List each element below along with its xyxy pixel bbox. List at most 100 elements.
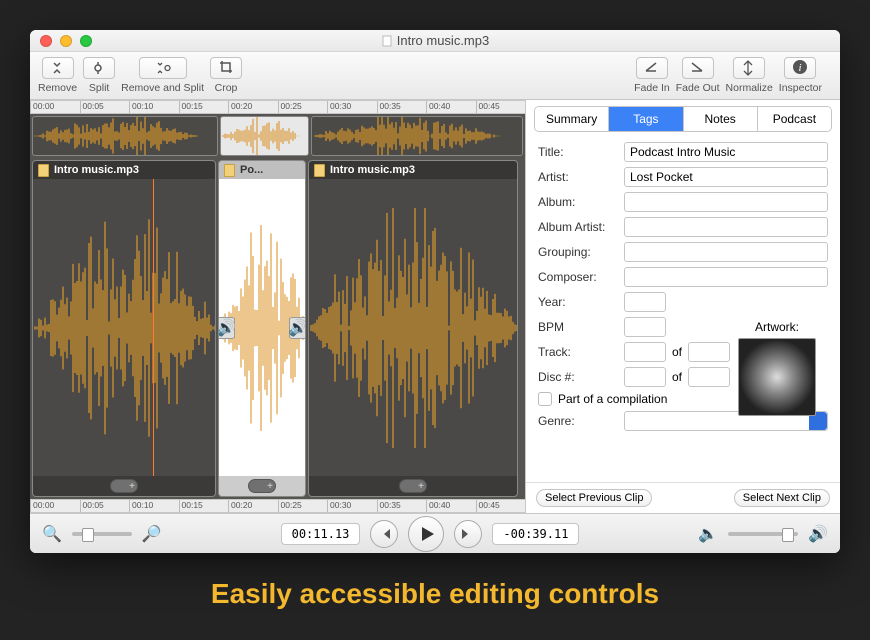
label-artist: Artist: bbox=[538, 170, 624, 184]
svg-text:i: i bbox=[799, 62, 802, 74]
clip-handle-right[interactable]: 🔊 bbox=[289, 317, 306, 339]
file-icon bbox=[381, 35, 393, 47]
window-controls bbox=[40, 35, 92, 47]
overview-strip[interactable] bbox=[30, 114, 525, 158]
artwork-image[interactable] bbox=[738, 338, 816, 416]
play-button[interactable] bbox=[408, 516, 444, 552]
zoom-slider[interactable] bbox=[72, 532, 132, 536]
waveform-pane: 00:0000:0500:1000:1500:2000:2500:3000:35… bbox=[30, 100, 525, 513]
normalize-icon bbox=[733, 57, 765, 79]
clip-header[interactable]: Po... bbox=[219, 161, 305, 179]
bpm-field[interactable] bbox=[624, 317, 666, 337]
clip-footer bbox=[309, 476, 517, 496]
audio-clip[interactable]: Po... 🔊 🔊 bbox=[218, 160, 306, 497]
clip-nav: Select Previous Clip Select Next Clip bbox=[526, 482, 840, 513]
fadeout-icon bbox=[682, 57, 714, 79]
playhead[interactable] bbox=[153, 179, 154, 476]
label-track: Track: bbox=[538, 345, 624, 359]
track-lane: Intro music.mp3Po... 🔊 🔊 Intro music.mp3 bbox=[30, 158, 525, 499]
disc-number-field[interactable] bbox=[624, 367, 666, 387]
compilation-checkbox[interactable] bbox=[538, 392, 552, 406]
clip-footer bbox=[219, 476, 305, 496]
remove-button[interactable]: Remove bbox=[38, 57, 77, 94]
clip-handle-left[interactable]: 🔊 bbox=[218, 317, 235, 339]
crop-icon bbox=[210, 57, 242, 79]
clip-header[interactable]: Intro music.mp3 bbox=[33, 161, 215, 179]
year-field[interactable] bbox=[624, 292, 666, 312]
zoom-out-icon[interactable]: 🔍 bbox=[42, 524, 62, 544]
normalize-button[interactable]: Normalize bbox=[726, 57, 773, 94]
overview-segment[interactable] bbox=[32, 116, 218, 156]
select-prev-clip-button[interactable]: Select Previous Clip bbox=[536, 489, 652, 507]
inspector-button[interactable]: iInspector bbox=[779, 57, 822, 94]
clip-header[interactable]: Intro music.mp3 bbox=[309, 161, 517, 179]
label-album: Album: bbox=[538, 195, 624, 209]
inspector-tabs: SummaryTagsNotesPodcast bbox=[534, 106, 832, 132]
label-compilation: Part of a compilation bbox=[558, 392, 667, 406]
tab-notes[interactable]: Notes bbox=[684, 107, 758, 131]
time-ruler-top: 00:0000:0500:1000:1500:2000:2500:3000:35… bbox=[30, 100, 525, 114]
split-icon bbox=[83, 57, 115, 79]
window-title: Intro music.mp3 bbox=[30, 33, 840, 48]
fadeout-button[interactable]: Fade Out bbox=[676, 57, 720, 94]
album-artist-field[interactable] bbox=[624, 217, 828, 237]
close-icon[interactable] bbox=[40, 35, 52, 47]
toolbar: RemoveSplitRemove and SplitCrop Fade InF… bbox=[30, 52, 840, 100]
composer-field[interactable] bbox=[624, 267, 828, 287]
file-icon bbox=[314, 164, 325, 177]
volume-high-icon: 🔊 bbox=[808, 524, 828, 544]
crop-button[interactable]: Crop bbox=[210, 57, 242, 94]
label-disc: Disc #: bbox=[538, 370, 624, 384]
remaining-time: -00:39.11 bbox=[492, 523, 579, 545]
minimize-icon[interactable] bbox=[60, 35, 72, 47]
file-icon bbox=[224, 164, 235, 177]
label-genre: Genre: bbox=[538, 414, 624, 428]
select-next-clip-button[interactable]: Select Next Clip bbox=[734, 489, 830, 507]
artist-field[interactable] bbox=[624, 167, 828, 187]
grouping-field[interactable] bbox=[624, 242, 828, 262]
add-effect-button[interactable] bbox=[399, 479, 427, 493]
fadein-button[interactable]: Fade In bbox=[634, 57, 670, 94]
tab-podcast[interactable]: Podcast bbox=[758, 107, 831, 131]
tab-tags[interactable]: Tags bbox=[609, 107, 683, 131]
label-artwork: Artwork: bbox=[732, 320, 822, 334]
label-bpm: BPM bbox=[538, 320, 624, 334]
label-year: Year: bbox=[538, 295, 624, 309]
inspector-panel: SummaryTagsNotesPodcast Title: Artist: A… bbox=[525, 100, 840, 513]
time-ruler-bottom: 00:0000:0500:1000:1500:2000:2500:3000:35… bbox=[30, 499, 525, 513]
audio-clip[interactable]: Intro music.mp3 bbox=[32, 160, 216, 497]
titlebar: Intro music.mp3 bbox=[30, 30, 840, 52]
disc-total-field[interactable] bbox=[688, 367, 730, 387]
position-time: 00:11.13 bbox=[281, 523, 361, 545]
clip-footer bbox=[33, 476, 215, 496]
marketing-caption: Easily accessible editing controls bbox=[0, 578, 870, 610]
album-field[interactable] bbox=[624, 192, 828, 212]
remove-icon bbox=[42, 57, 74, 79]
zoom-icon[interactable] bbox=[80, 35, 92, 47]
inspector-icon: i bbox=[784, 57, 816, 79]
tags-form: Title: Artist: Album: Album Artist: Grou… bbox=[526, 138, 840, 482]
zoom-in-icon[interactable]: 🔎 bbox=[142, 524, 162, 544]
split-button[interactable]: Split bbox=[83, 57, 115, 94]
audio-clip[interactable]: Intro music.mp3 bbox=[308, 160, 518, 497]
fadein-icon bbox=[636, 57, 668, 79]
volume-low-icon: 🔈 bbox=[698, 524, 718, 544]
forward-button[interactable] bbox=[454, 520, 482, 548]
label-grouping: Grouping: bbox=[538, 245, 624, 259]
track-total-field[interactable] bbox=[688, 342, 730, 362]
app-window: Intro music.mp3 RemoveSplitRemove and Sp… bbox=[30, 30, 840, 553]
volume-slider[interactable] bbox=[728, 532, 798, 536]
transport-bar: 🔍 🔎 00:11.13 -00:39.11 🔈 🔊 bbox=[30, 513, 840, 553]
track-number-field[interactable] bbox=[624, 342, 666, 362]
label-album-artist: Album Artist: bbox=[538, 220, 624, 234]
add-effect-button[interactable] bbox=[248, 479, 276, 493]
title-field[interactable] bbox=[624, 142, 828, 162]
rewind-button[interactable] bbox=[370, 520, 398, 548]
overview-segment[interactable] bbox=[311, 116, 523, 156]
tab-summary[interactable]: Summary bbox=[535, 107, 609, 131]
add-effect-button[interactable] bbox=[110, 479, 138, 493]
remove-split-button[interactable]: Remove and Split bbox=[121, 57, 204, 94]
label-composer: Composer: bbox=[538, 270, 624, 284]
label-title: Title: bbox=[538, 145, 624, 159]
overview-segment[interactable] bbox=[220, 116, 310, 156]
